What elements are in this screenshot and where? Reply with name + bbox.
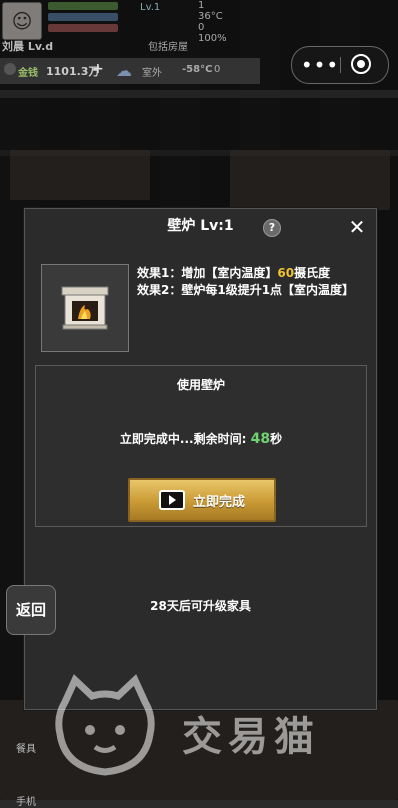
watermark-text: 交易猫: [182, 714, 320, 760]
remaining-label: 立即完成中...剩余时间:: [119, 432, 251, 446]
stat-value: 100%: [198, 33, 227, 44]
item-frame: [41, 264, 129, 352]
add-money-button[interactable]: +: [92, 61, 104, 77]
outdoor-label: 室外: [142, 68, 162, 79]
effect-1: 效果1：增加【室内温度】60摄氏度: [137, 265, 373, 282]
miniprogram-capsule: •••: [291, 46, 389, 84]
level-label: Lv.1: [140, 2, 161, 13]
effect-1-unit: 摄氏度: [294, 266, 331, 280]
video-ad-icon: [158, 490, 185, 510]
fireplace-icon: [61, 286, 109, 330]
help-icon[interactable]: ?: [263, 219, 281, 237]
cloud-icon: ☁: [116, 61, 132, 80]
radiation-value: 0: [214, 64, 221, 75]
bottom-labels: 餐具 手机: [16, 740, 36, 808]
stat-bar: [48, 24, 118, 32]
capsule-divider: [340, 57, 341, 73]
bottom-label: 手机: [16, 797, 36, 808]
effect-2: 效果2：壁炉每1级提升1点【室内温度】: [137, 283, 355, 297]
stat-bars: [48, 2, 118, 35]
stats-column: 1 36°C 0 100%: [198, 0, 227, 44]
player-name: 刘晨 Lv.d: [2, 40, 54, 53]
back-button[interactable]: 返回: [6, 585, 56, 635]
effect-description: 效果1：增加【室内温度】60摄氏度 效果2：壁炉每1级提升1点【室内温度】: [137, 265, 373, 299]
watermark: 交易猫: [50, 672, 380, 782]
more-menu-button[interactable]: •••: [301, 55, 338, 75]
stat-value: 36°C: [198, 11, 223, 22]
instant-complete-button[interactable]: 立即完成: [128, 478, 276, 522]
coin-icon: [4, 63, 16, 75]
effect-1-label: 效果1：增加【室内温度】: [137, 266, 278, 280]
remaining-seconds: 48: [250, 431, 271, 447]
cat-logo-icon: [55, 674, 155, 776]
upgrade-cooldown-note: 28天后可升级家具: [150, 599, 251, 613]
stat-value: 1: [198, 0, 205, 11]
dialog-title: 壁炉 Lv:1: [167, 218, 234, 234]
stat-bar: [48, 13, 118, 21]
remaining-time: 立即完成中...剩余时间: 48秒: [36, 430, 366, 447]
stat-value: 0: [198, 22, 205, 33]
player-avatar[interactable]: ☺: [2, 2, 42, 40]
effect-1-value: 60: [277, 266, 295, 280]
fireplace-dialog: 壁炉 Lv:1 ? ✕ 效果1：增加【室内温度】60摄氏度 效果2：壁炉每1级提…: [24, 208, 377, 710]
exit-miniprogram-button[interactable]: [350, 53, 372, 75]
bottom-label: 餐具: [16, 744, 36, 755]
resource-bar: 金钱 1101.3万 + ☁ 室外 -58°C 0: [0, 58, 260, 84]
use-panel: 使用壁炉 立即完成中...剩余时间: 48秒 立即完成: [35, 365, 367, 527]
remaining-unit: 秒: [270, 432, 283, 446]
outdoor-temperature: -58°C: [182, 64, 213, 75]
use-title: 使用壁炉: [176, 378, 225, 392]
stat-bar: [48, 2, 118, 10]
target-icon: [351, 54, 371, 74]
close-icon[interactable]: ✕: [347, 217, 367, 237]
backpack-label[interactable]: 包括房屋: [148, 38, 188, 53]
instant-complete-label: 立即完成: [192, 494, 245, 510]
money-label: 金钱: [18, 68, 38, 79]
